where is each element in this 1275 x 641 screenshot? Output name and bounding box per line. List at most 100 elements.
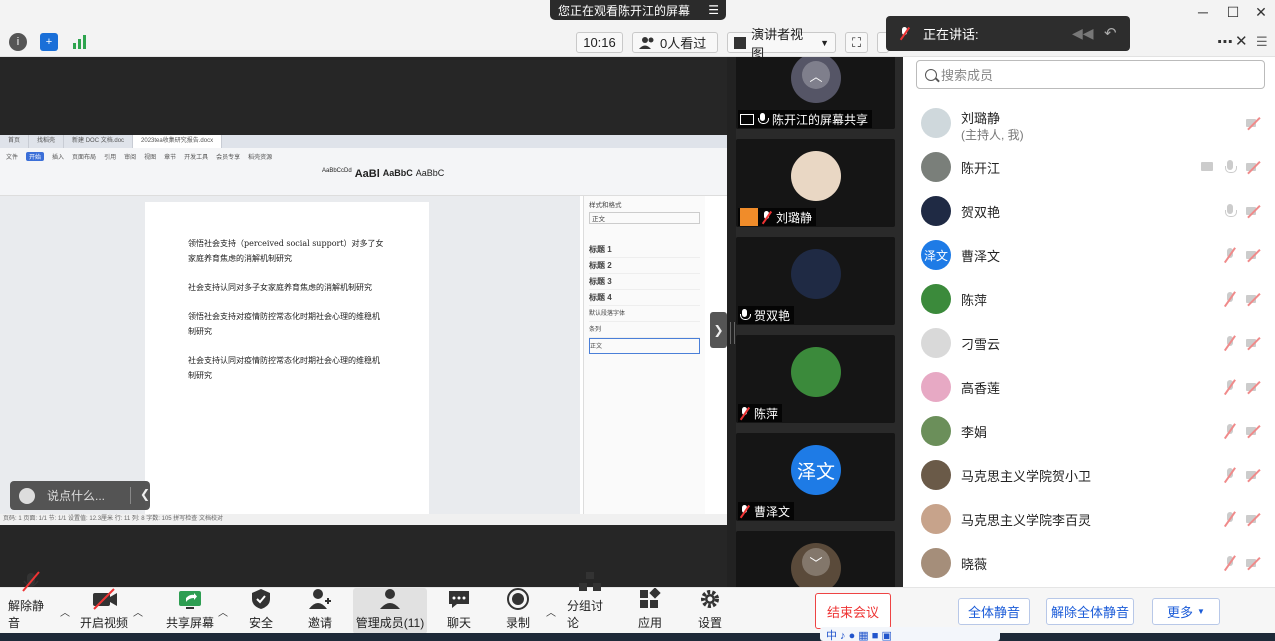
doc-tab-active[interactable]: 2023tea收集研究报告.docx [133, 135, 223, 148]
info-icon[interactable]: i [9, 33, 27, 51]
muted-mic-icon[interactable] [1223, 424, 1237, 438]
ribbon-tab[interactable]: 页面布局 [72, 152, 96, 161]
ribbon-tab[interactable]: 稻壳资源 [248, 152, 272, 161]
current-style-select[interactable]: 正文 [589, 212, 700, 224]
doc-tab[interactable]: 新建 DOC 文档.doc [64, 135, 134, 148]
member-row[interactable]: 刁雪云 [903, 321, 1275, 365]
member-row[interactable]: 晓薇 [903, 541, 1275, 585]
style-item[interactable]: 标题 4 [589, 290, 700, 306]
chevron-up-icon[interactable]: ︿ [218, 604, 228, 619]
video-off-icon[interactable] [1246, 380, 1262, 394]
ribbon-tab[interactable]: 视图 [144, 152, 156, 161]
style-sample[interactable]: AaBl [355, 168, 380, 180]
share-screen-button[interactable]: 共享屏幕 [166, 588, 214, 634]
style-sample[interactable]: AaBbCcDd [322, 168, 352, 180]
muted-mic-icon[interactable] [1223, 380, 1237, 394]
chevron-up-icon[interactable]: ︿ [546, 604, 556, 619]
member-row[interactable]: 刘璐静 (主持人, 我) [903, 101, 1275, 145]
video-off-icon[interactable] [1246, 336, 1262, 350]
style-sample[interactable]: AaBbC [416, 168, 445, 180]
maximize-icon[interactable]: ☐ [1223, 4, 1243, 21]
panel-splitter[interactable] [727, 57, 736, 587]
thumbnail-tile[interactable]: 泽文 曹泽文 [736, 433, 895, 521]
video-off-icon[interactable] [1246, 556, 1262, 570]
viewers-button[interactable]: 0人看过 [632, 32, 718, 53]
unmute-all-button[interactable]: 解除全体静音 [1046, 598, 1134, 625]
member-row[interactable]: 李娟 [903, 409, 1275, 453]
chevron-right-icon[interactable]: ❯ [710, 312, 727, 348]
ribbon-tab[interactable]: 开始 [26, 152, 45, 161]
style-item-selected[interactable]: 正文 [589, 338, 700, 354]
video-off-icon[interactable] [1246, 160, 1262, 174]
record-button[interactable]: 录制 [503, 588, 533, 634]
doc-tab[interactable]: 首页 [0, 135, 30, 148]
fullscreen-button[interactable]: ⛶ [845, 32, 868, 53]
member-row[interactable]: 陈开江 [903, 145, 1275, 189]
muted-mic-icon[interactable] [1223, 512, 1237, 526]
muted-mic-icon[interactable] [1223, 336, 1237, 350]
ribbon-tab[interactable]: 开发工具 [184, 152, 208, 161]
share-banner[interactable]: 您正在观看陈开江的屏幕 ☰ [550, 0, 726, 20]
member-row[interactable]: 泽文 曹泽文 [903, 233, 1275, 277]
thumbnail-tile[interactable]: ﹀ [736, 531, 895, 587]
video-off-icon[interactable] [1246, 292, 1262, 306]
chevron-up-icon[interactable]: ︿ [802, 61, 830, 89]
unmute-button[interactable]: 解除静音 [8, 571, 54, 634]
style-item[interactable]: 条列 [589, 322, 700, 338]
video-off-icon[interactable] [1246, 116, 1262, 130]
security-button[interactable]: 安全 [246, 588, 276, 634]
muted-mic-icon[interactable] [1223, 248, 1237, 262]
ribbon-tab[interactable]: 引用 [104, 152, 116, 161]
manage-members-button[interactable]: 管理成员(11) [353, 588, 427, 634]
chat-input-box[interactable]: 说点什么... ❮ [10, 481, 150, 510]
thumbnail-tile[interactable]: 贺双艳 [736, 237, 895, 325]
member-row[interactable]: 陈萍 [903, 277, 1275, 321]
view-mode-dropdown[interactable]: 演讲者视图 ▼ [727, 27, 836, 61]
video-off-icon[interactable] [1246, 512, 1262, 526]
banner-menu-icon[interactable]: ☰ [708, 3, 719, 17]
chevron-down-icon[interactable]: ﹀ [802, 548, 830, 576]
emoji-icon[interactable] [19, 487, 35, 504]
settings-button[interactable]: 设置 [695, 588, 725, 634]
start-video-button[interactable]: 开启视频 [80, 588, 128, 634]
member-search-input[interactable]: 搜索成员 [916, 60, 1265, 89]
signal-icon[interactable] [71, 33, 89, 51]
member-row[interactable]: 贺双艳 [903, 189, 1275, 233]
member-row[interactable]: 高香莲 [903, 365, 1275, 409]
panel-close-icon[interactable]: ✕ [1235, 32, 1248, 50]
undo-icon[interactable]: ↶ [1104, 24, 1117, 42]
muted-mic-icon[interactable] [1223, 468, 1237, 482]
chat-button[interactable]: 聊天 [444, 588, 474, 634]
video-off-icon[interactable] [1246, 468, 1262, 482]
ribbon-tab[interactable]: 插入 [52, 152, 64, 161]
doc-tab[interactable]: 找稻壳 [29, 135, 65, 148]
mute-all-button[interactable]: 全体静音 [958, 598, 1030, 625]
breakout-rooms-button[interactable]: 分组讨论 [567, 572, 613, 634]
apps-button[interactable]: 应用 [635, 587, 665, 634]
chevron-up-icon[interactable]: ︿ [133, 604, 143, 619]
style-item[interactable]: 标题 1 [589, 242, 700, 258]
mic-icon[interactable] [1223, 204, 1237, 218]
video-off-icon[interactable] [1246, 204, 1262, 218]
member-row[interactable]: 马克思主义学院李百灵 [903, 497, 1275, 541]
end-meeting-button[interactable]: 结束会议 [815, 593, 891, 629]
close-icon[interactable]: ✕ [1251, 4, 1271, 21]
thumbnail-tile[interactable]: 刘璐静 [736, 139, 895, 227]
chevron-left-icon[interactable]: ❮ [140, 487, 150, 501]
style-item[interactable]: 默认段落字体 [589, 306, 700, 322]
panel-menu-icon[interactable]: ☰ [1256, 34, 1268, 50]
style-item[interactable]: 标题 3 [589, 274, 700, 290]
ime-toolbar[interactable]: 中 ♪ ● ▦ ■ ▣ [820, 627, 1000, 641]
minimize-icon[interactable]: ─ [1193, 4, 1213, 20]
ribbon-tab[interactable]: 审阅 [124, 152, 136, 161]
ribbon-tab[interactable]: 会员专享 [216, 152, 240, 161]
thumbnail-tile[interactable]: ︿ 陈开江的屏幕共享 [736, 57, 895, 129]
muted-mic-icon[interactable] [1223, 556, 1237, 570]
style-sample[interactable]: AaBbC [383, 168, 413, 180]
chevron-up-icon[interactable]: ︿ [60, 604, 70, 619]
document-page[interactable]: 领悟社会支持（perceived social support）对多了女家庭养育… [145, 202, 429, 514]
thumbnail-tile[interactable]: 陈萍 [736, 335, 895, 423]
ribbon-tab[interactable]: 文件 [6, 152, 18, 161]
more-options-icon[interactable]: ⋯ [1217, 32, 1233, 52]
member-row[interactable]: 马克思主义学院贺小卫 [903, 453, 1275, 497]
